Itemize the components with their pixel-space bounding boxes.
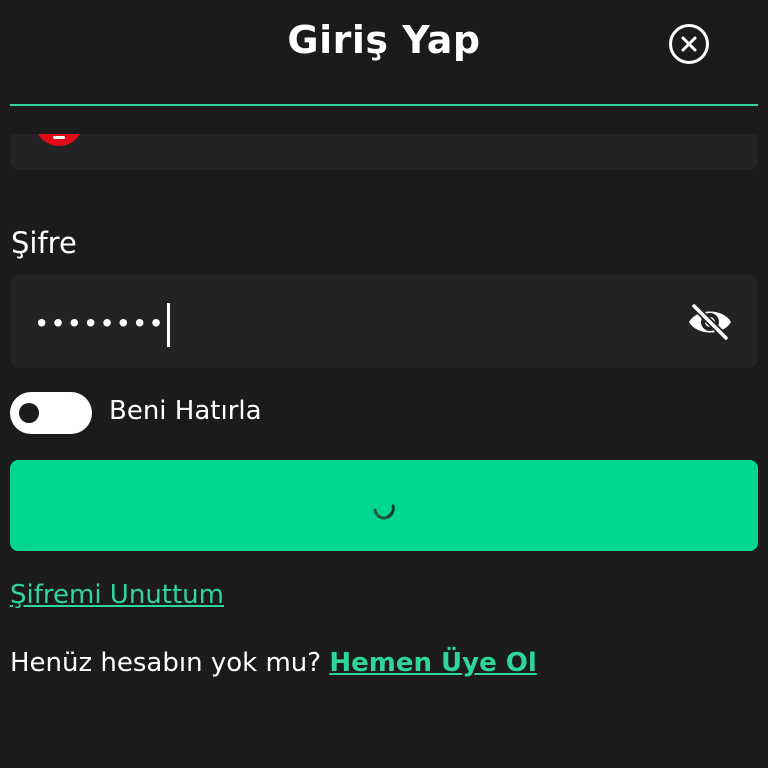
forgot-password-link[interactable]: Şifremi Unuttum [10, 580, 224, 610]
page-title: Giriş Yap [287, 18, 481, 62]
turkey-flag-icon [35, 134, 83, 146]
text-caret [166, 303, 170, 347]
password-label: Şifre [11, 226, 77, 260]
loading-spinner-icon [373, 504, 395, 520]
header: Giriş Yap [0, 0, 768, 100]
close-button[interactable] [669, 24, 709, 64]
header-divider [10, 104, 758, 106]
remember-me-toggle[interactable] [10, 392, 92, 434]
toggle-knob [19, 403, 39, 423]
toggle-password-visibility-button[interactable] [686, 302, 734, 342]
remember-me-label: Beni Hatırla [109, 396, 262, 426]
password-value: •••••••• [34, 309, 165, 340]
phone-field[interactable] [10, 134, 758, 170]
password-input[interactable]: •••••••• [34, 303, 170, 347]
close-icon [681, 36, 697, 52]
login-screen: Giriş Yap Şifre •••••••• Beni Hatırla Şi… [0, 0, 768, 768]
eye-slash-icon [689, 302, 731, 342]
password-field[interactable]: •••••••• [10, 275, 758, 368]
signup-row: Henüz hesabın yok mu? Hemen Üye Ol [10, 648, 537, 678]
no-account-text: Henüz hesabın yok mu? [10, 648, 322, 678]
signup-link[interactable]: Hemen Üye Ol [329, 648, 536, 678]
